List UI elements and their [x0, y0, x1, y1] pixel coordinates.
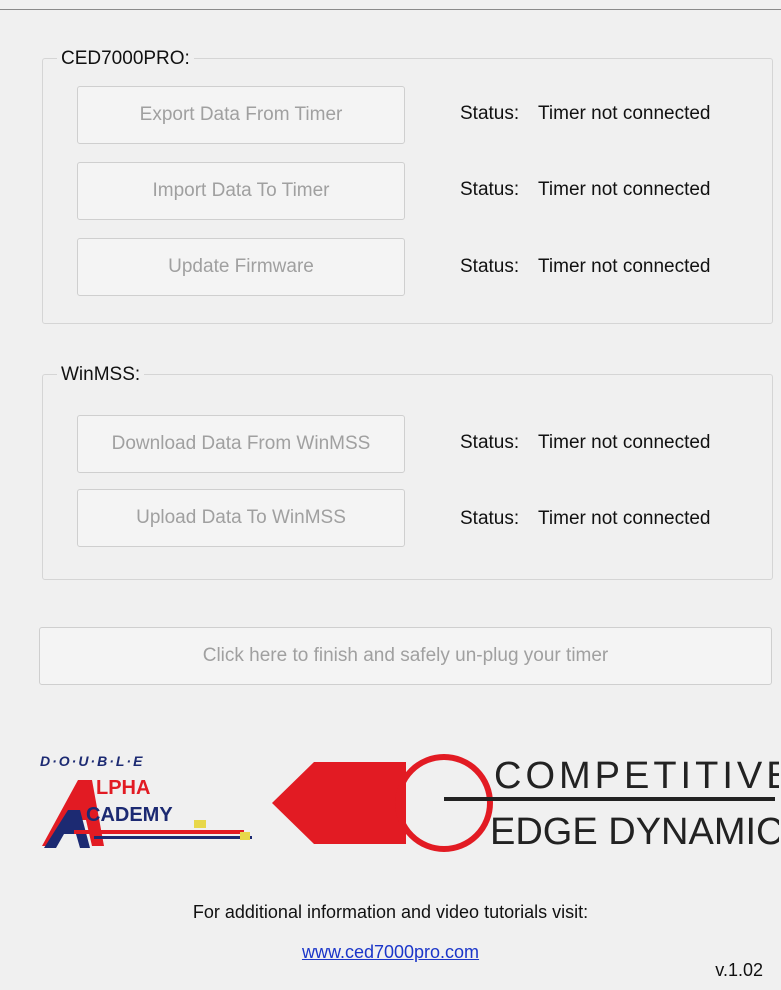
double-alpha-academy-logo: D·O·U·B·L·E LPHA CADEMY: [40, 753, 252, 848]
divider-bar-icon: [444, 797, 775, 801]
daa-logo-line3: CADEMY: [86, 804, 173, 826]
logo-area: D·O·U·B·L·E LPHA CADEMY COMPETITIVE EDGE…: [34, 748, 781, 860]
firmware-status-value: Timer not connected: [538, 256, 711, 277]
update-firmware-button[interactable]: Update Firmware: [77, 238, 405, 296]
export-status-value: Timer not connected: [538, 103, 711, 124]
ced-logo-line1: COMPETITIVE: [494, 755, 779, 797]
import-status-value: Timer not connected: [538, 179, 711, 200]
pencil-end-icon: [240, 832, 250, 840]
website-link[interactable]: www.ced7000pro.com: [0, 942, 781, 963]
navy-swoosh-icon: [94, 836, 252, 839]
firmware-status-label: Status:: [460, 256, 520, 277]
winmss-group-title: WinMSS:: [57, 363, 145, 387]
import-status-label: Status:: [460, 179, 520, 200]
daa-logo-line2: LPHA: [96, 777, 150, 799]
winmss-group: WinMSS: Download Data From WinMSS Status…: [42, 363, 773, 580]
version-label: v.1.02: [715, 960, 763, 980]
export-status-label: Status:: [460, 103, 520, 124]
download-status-label: Status:: [460, 432, 520, 453]
download-winmss-button[interactable]: Download Data From WinMSS: [77, 415, 405, 473]
finish-unplug-button[interactable]: Click here to finish and safely un-plug …: [39, 627, 772, 685]
ced-logo-line2: EDGE DYNAMICS: [490, 811, 779, 853]
info-text: For additional information and video tut…: [192, 902, 589, 922]
daa-logo-line1: D·O·U·B·L·E: [40, 753, 144, 769]
top-divider: [0, 9, 781, 10]
export-data-button[interactable]: Export Data From Timer: [77, 86, 405, 144]
red-swoosh-icon: [74, 830, 244, 834]
upload-status-value: Timer not connected: [538, 508, 711, 529]
red-arrow-icon: [272, 762, 406, 844]
logos-svg: D·O·U·B·L·E LPHA CADEMY COMPETITIVE EDGE…: [40, 753, 781, 853]
upload-status-label: Status:: [460, 508, 520, 529]
download-status-value: Timer not connected: [538, 432, 711, 453]
ced7000pro-group-title: CED7000PRO:: [57, 47, 194, 71]
ced7000pro-group: CED7000PRO: Export Data From Timer Statu…: [42, 47, 773, 324]
upload-winmss-button[interactable]: Upload Data To WinMSS: [77, 489, 405, 547]
red-circle-icon: [395, 754, 493, 852]
competitive-edge-dynamics-logo: COMPETITIVE EDGE DYNAMICS: [272, 754, 781, 853]
pencil-tip-icon: [194, 820, 206, 828]
import-data-button[interactable]: Import Data To Timer: [77, 162, 405, 220]
